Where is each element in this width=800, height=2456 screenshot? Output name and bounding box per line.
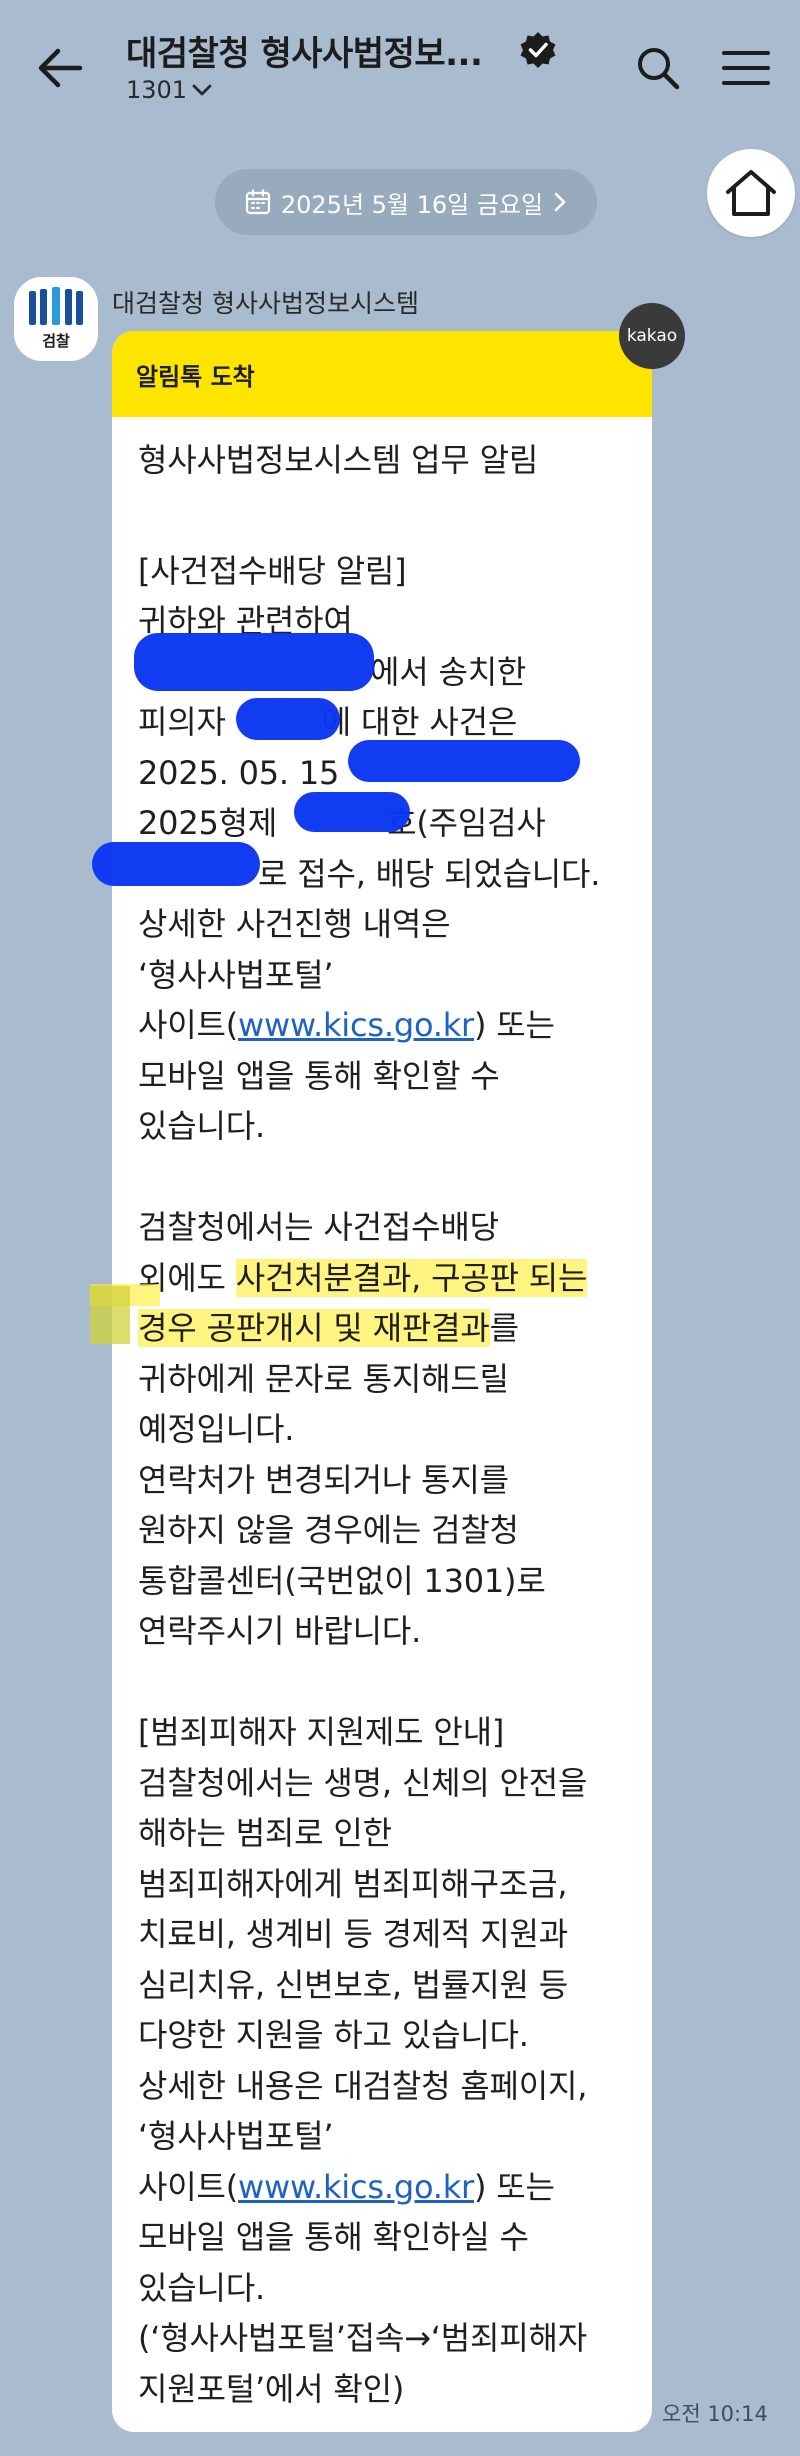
message-line: 지원포털’에서 확인) [138,2369,405,2408]
search-button[interactable] [628,38,688,98]
message-line: 연락주시기 바랍니다. [138,1612,422,1650]
message-line: (‘형사사법포털’접속→‘범죄피해자 [138,2319,587,2357]
date-divider[interactable]: 2025년 5월 16일 금요일 [215,169,597,235]
sender-avatar[interactable]: 검찰 [14,277,98,361]
hamburger-menu-icon [722,51,770,85]
message-line: 통합콜센터(국번없이 1301)로 [138,1561,546,1600]
back-arrow-icon [38,48,83,88]
chevron-right-icon [554,192,566,212]
kakao-badge-label: kakao [626,326,678,346]
message-line: 사이트(www.kics.go.kr) 또는 [138,1000,652,1051]
message-line: 예정입니다. [138,1410,295,1448]
message-line: 다양한 지원을 하고 있습니다. [138,2016,529,2054]
home-icon [726,170,776,216]
verified-badge-icon [518,30,558,70]
message-line: 치료비, 생계비 등 경제적 지원과 [138,1915,568,1953]
calendar-icon [245,189,270,215]
message-line: 모바일 앱을 통해 확인하실 수 [138,2218,529,2256]
message-fragment: ) 또는 [474,2167,555,2206]
kics-link[interactable]: www.kics.go.kr [238,1006,474,1044]
message-line: 해하는 범죄로 인한 [138,1814,392,1852]
message-fragment: 2025형제 [138,804,278,842]
message-line: ‘형사사법포털’ [138,2117,334,2155]
message-fragment: ) 또는 [474,1006,555,1044]
message-line: 있습니다. [138,1107,265,1145]
message-body: 형사사법정보시스템 업무 알림 [사건접수배당 알림] 귀하와 관련하여 에서 … [112,417,652,2414]
message-line: 있습니다. [138,2268,265,2307]
message-line [138,1152,652,1203]
message-line: 범죄피해자에게 범죄피해구조금, [138,1864,568,1903]
message-line: [범죄피해자 지원제도 안내] [138,1713,505,1751]
message-line: 심리치유, 신변보호, 법률지원 등 [138,1965,568,2004]
member-count[interactable]: 1301 [126,76,213,104]
message-line: 외에도 사건처분결과, 구공판 되는 [138,1253,652,1304]
message-line [138,1657,652,1708]
message-line: 모바일 앱을 통해 확인할 수 [138,1056,500,1095]
message-line: ‘형사사법포털’ [138,955,334,994]
kakao-badge: kakao [619,303,685,369]
alimtalk-header: 알림톡 도착 [112,331,652,417]
redaction-mark [236,698,340,740]
prosecution-logo: 검찰 [14,277,98,361]
message-line: 경우 공판개시 및 재판결과를 [138,1303,652,1354]
date-label: 2025년 5월 16일 금요일 [280,190,544,219]
redaction-mark [134,633,374,691]
highlight-mark [90,1286,130,1344]
message-fragment: 에서 송치한 [370,652,527,691]
member-count-label: 1301 [126,76,188,104]
message-line: 상세한 내용은 대검찰청 홈페이지, [138,2066,588,2105]
back-button[interactable] [30,38,90,98]
message-fragment: 사이트( [138,1006,239,1044]
message-line: 사이트(www.kics.go.kr) 또는 [138,2162,652,2213]
message-fragment: 호(주임검사 [387,804,546,842]
message-line: 상세한 사건진행 내역은 [138,905,451,943]
kics-link[interactable]: www.kics.go.kr [238,2168,474,2206]
menu-button[interactable] [716,40,776,96]
message-line: 검찰청에서는 사건접수배당 [138,1208,499,1246]
highlighted-text: 사건처분결과, 구공판 되는 [235,1258,588,1297]
message-fragment: 에 대한 사건은 [321,703,518,741]
message-line: 원하지 않을 경우에는 검찰청 [138,1511,519,1549]
redaction-mark [92,842,260,886]
message-fragment: 피의자 [138,703,226,741]
redaction-mark [294,792,410,832]
search-icon [638,48,680,90]
message-line: 귀하에게 문자로 통지해드릴 [138,1359,509,1398]
message-line: 검찰청에서는 생명, 신체의 안전을 [138,1763,588,1802]
sender-name[interactable]: 대검찰청 형사사법정보시스템 [112,284,419,320]
message-line: [사건접수배당 알림] [138,551,407,590]
avatar-text: 검찰 [42,332,70,350]
alimtalk-header-label: 알림톡 도착 [136,362,255,391]
chevron-down-icon [192,84,212,96]
message-fragment: 사이트( [138,2167,239,2206]
message-fragment: 를 [489,1309,519,1347]
home-button[interactable] [707,149,795,237]
message-fragment: 로 접수, 배당 되었습니다. [258,854,601,893]
chat-title[interactable]: 대검찰청 형사사법정보... [126,26,483,75]
message-line [138,495,652,546]
message-line: 형사사법정보시스템 업무 알림 [138,441,539,479]
message-time: 오전 10:14 [662,2402,768,2426]
redaction-mark [348,740,580,782]
message-line: 연락처가 변경되거나 통지를 [138,1460,509,1499]
highlighted-text: 경우 공판개시 및 재판결과 [138,1309,490,1347]
